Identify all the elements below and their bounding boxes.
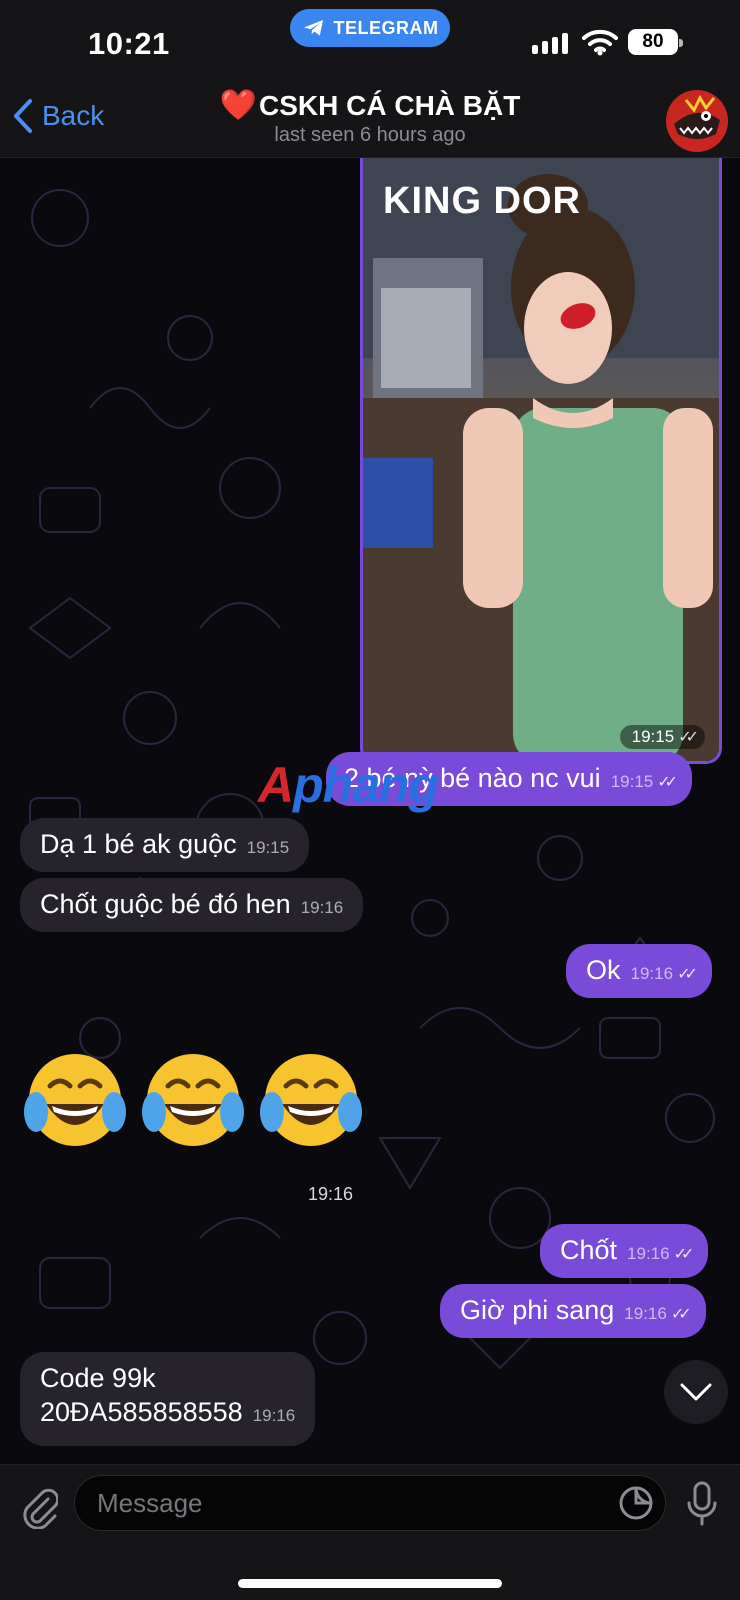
message-text: 2 bé nỳ bé nào nc vui xyxy=(344,763,601,793)
tears-of-joy-emoji xyxy=(24,1054,126,1146)
message-time: 19:16 xyxy=(627,1244,670,1263)
message-time: 19:16 xyxy=(630,964,674,983)
message-text: Ok xyxy=(586,955,621,985)
read-checks-icon: ✓✓ xyxy=(657,774,678,791)
message-time: 19:16 xyxy=(300,898,344,917)
message-text: Chốt xyxy=(560,1235,618,1265)
last-seen-status: last seen 6 hours ago xyxy=(274,124,466,146)
message-bubble[interactable]: Ok 19:16 ✓✓ xyxy=(566,944,712,998)
message-text-line: Code 99k xyxy=(40,1363,156,1393)
message-text: Chốt guộc bé đó hen xyxy=(40,889,291,919)
message-text: Dạ 1 bé ak guộc xyxy=(40,829,237,859)
emoji-message-time: 19:16 xyxy=(308,1184,354,1204)
heart-emoji: ❤️ xyxy=(219,89,258,122)
status-bar: 10:21 TELEGRAM 80 xyxy=(0,0,740,88)
photo-overlay-text: KING DOR xyxy=(383,180,581,222)
message-text-line: 20ĐA585858558 xyxy=(40,1396,243,1427)
message-time: 19:16 xyxy=(252,1405,296,1425)
photo-timestamp: 19:15 ✓✓ xyxy=(619,725,705,749)
message-bubble[interactable]: Code 99k 20ĐA585858558 19:16 xyxy=(20,1352,316,1446)
message-bubble[interactable]: Giờ phi sang 19:16 ✓✓ xyxy=(440,1284,706,1338)
read-checks-icon: ✓✓ xyxy=(670,1306,692,1323)
battery-icon: 80 xyxy=(628,29,683,55)
read-checks-icon: ✓✓ xyxy=(677,966,698,983)
message-time: 19:16 xyxy=(624,1304,667,1323)
chevron-down-icon xyxy=(680,1383,712,1401)
tears-of-joy-emoji xyxy=(260,1054,362,1146)
tears-of-joy-emoji xyxy=(142,1054,244,1146)
read-checks-icon: ✓✓ xyxy=(673,1246,695,1263)
message-bubble[interactable]: Chốt guộc bé đó hen 19:16 xyxy=(20,878,364,932)
microphone-icon[interactable] xyxy=(686,1481,718,1527)
message-list[interactable]: KING DOR 19:15 ✓✓ 2 bé nỳ bé nào nc vui 19… xyxy=(0,158,740,1464)
emoji-message[interactable] xyxy=(22,1050,364,1150)
paperclip-icon[interactable] xyxy=(18,1485,58,1529)
chat-title-text: CSKH CÁ CHÀ BẶT xyxy=(259,90,521,121)
message-bubble[interactable]: 2 bé nỳ bé nào nc vui 19:15 ✓✓ xyxy=(326,752,693,806)
composer-bar: Message xyxy=(0,1464,740,1600)
message-text: Giờ phi sang xyxy=(460,1295,615,1325)
chat-header: Back ❤️CSKH CÁ CHÀ BẶT last seen 6 hours… xyxy=(0,88,740,158)
message-bubble[interactable]: Chốt 19:16 ✓✓ xyxy=(540,1224,709,1278)
scroll-to-bottom-button[interactable] xyxy=(664,1360,728,1424)
message-bubble[interactable]: Dạ 1 bé ak guộc 19:15 xyxy=(20,818,310,872)
cellular-signal-icon xyxy=(532,32,568,54)
avatar-image xyxy=(666,90,728,152)
telegram-plane-icon xyxy=(303,20,323,36)
sticker-icon[interactable] xyxy=(618,1485,654,1521)
photo-time-text: 19:15 xyxy=(631,727,675,746)
chat-title[interactable]: ❤️CSKH CÁ CHÀ BẶT xyxy=(0,88,740,123)
wifi-icon xyxy=(582,29,618,56)
telegram-pill[interactable]: TELEGRAM xyxy=(290,9,450,47)
photo-image xyxy=(363,158,719,761)
avatar[interactable] xyxy=(666,90,728,152)
read-checks-icon: ✓✓ xyxy=(678,729,699,746)
home-indicator[interactable] xyxy=(238,1579,502,1588)
message-time: 19:15 xyxy=(246,838,290,857)
message-input[interactable]: Message xyxy=(74,1475,666,1531)
clock: 10:21 xyxy=(88,26,170,61)
message-placeholder: Message xyxy=(97,1487,203,1518)
photo-message[interactable]: KING DOR 19:15 ✓✓ xyxy=(360,158,722,764)
telegram-pill-label: TELEGRAM xyxy=(333,17,439,38)
message-time: 19:15 xyxy=(610,772,654,791)
